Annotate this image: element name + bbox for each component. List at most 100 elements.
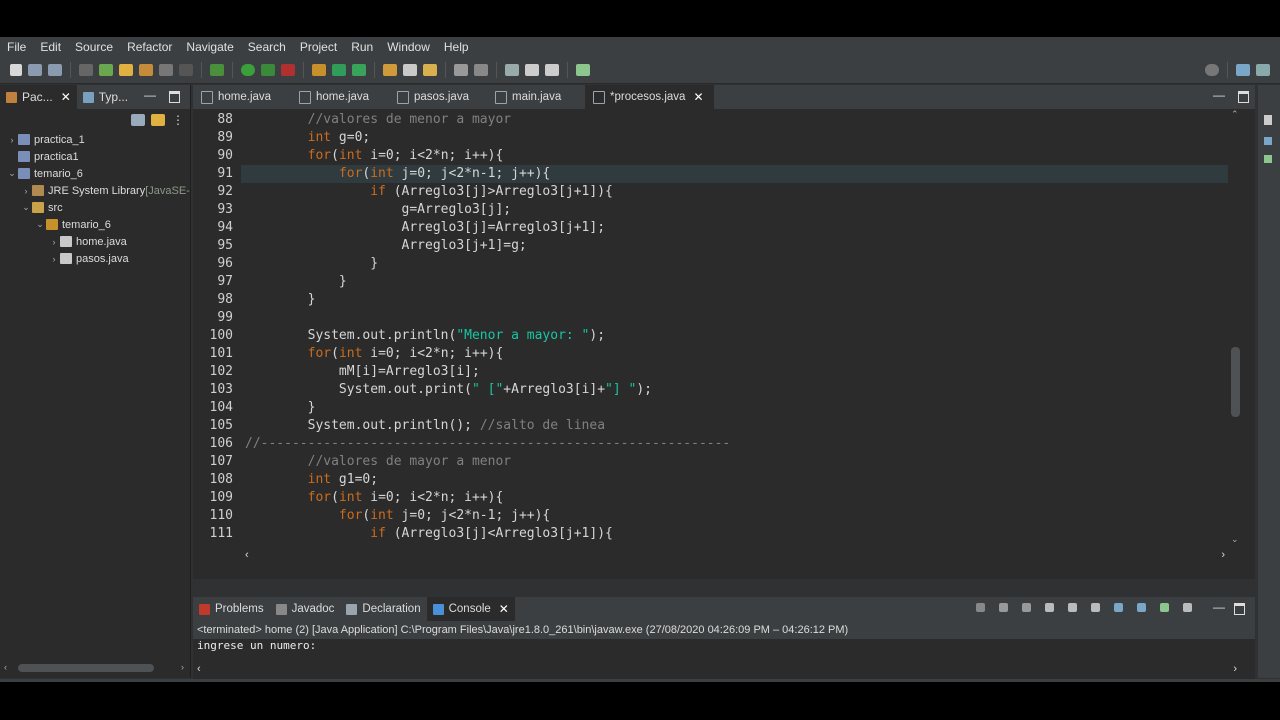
scroll-down-icon[interactable]: ⌄ [1231,534,1239,545]
code-line[interactable]: int g1=0; [245,471,378,489]
code-line[interactable]: g1=Arreglo3[j]; [245,543,519,545]
code-line[interactable]: if (Arreglo3[j]>Arreglo3[j+1]){ [245,183,613,201]
back-history-icon[interactable] [505,64,519,76]
console-tab[interactable]: Javadoc [270,597,341,621]
gear-icon[interactable] [99,64,113,76]
editor-tab[interactable]: pasos.java [389,85,487,109]
close-icon[interactable]: ✕ [61,90,71,104]
code-line[interactable]: int g=0; [245,129,371,147]
task-list-icon[interactable] [1264,137,1272,145]
open-perspective-icon[interactable] [576,64,590,76]
minimize-icon[interactable]: — [1213,88,1225,102]
horizontal-scrollbar[interactable]: ‹ › [241,549,1231,563]
code-line[interactable]: mM[i]=Arreglo3[i]; [245,363,480,381]
search-icon[interactable] [1205,64,1219,76]
code-line[interactable]: } [245,273,347,291]
terminate-icon[interactable] [976,603,985,612]
minimize-icon[interactable]: — [1213,600,1225,614]
menu-refactor[interactable]: Refactor [120,40,179,54]
forward-arrow-icon[interactable] [545,64,559,76]
link-with-editor-icon[interactable] [151,114,165,126]
close-icon[interactable]: ✕ [499,602,509,616]
code-line[interactable]: System.out.print(" ["+Arreglo3[i]+"] "); [245,381,652,399]
maximize-icon[interactable] [169,91,180,103]
scroll-right-icon[interactable]: › [1221,549,1225,561]
scrollbar-thumb[interactable] [18,664,154,672]
scroll-up-icon[interactable]: ⌃ [1231,109,1239,120]
coverage-icon[interactable] [261,64,275,76]
code-line[interactable]: //valores de mayor a menor [245,453,512,471]
scroll-left-icon[interactable]: ‹ [197,663,201,675]
tree-item[interactable]: ⌄ temario_6 [6,165,190,182]
console-output[interactable]: ingrese un numero: [193,639,1255,653]
code-line[interactable]: for(int i=0; i<2*n; i++){ [245,489,504,507]
menu-file[interactable]: File [0,40,33,54]
open-task-icon[interactable] [403,64,417,76]
maximize-icon[interactable] [1234,603,1245,615]
new-package-icon[interactable] [332,64,346,76]
word-wrap-icon[interactable] [1091,603,1100,612]
code-area[interactable]: 88 89 90 91 92 93 94 95 96 97 98 99 100 101 102 103 104 1… [193,109,1233,545]
expand-arrow-icon[interactable]: ⌄ [34,219,46,230]
skip-breakpoints-icon[interactable] [79,64,93,76]
menu-source[interactable]: Source [68,40,120,54]
console-tab[interactable]: Console ✕ [426,597,515,621]
menu-help[interactable]: Help [437,40,476,54]
display-console-icon[interactable] [1137,603,1146,612]
new-java-project-icon[interactable] [312,64,326,76]
code-line[interactable]: if (Arreglo3[j]<Arreglo3[j+1]){ [245,525,613,543]
annotation-icon[interactable] [454,64,468,76]
code-line[interactable]: g=Arreglo3[j]; [245,201,512,219]
new-console-icon[interactable] [1183,603,1192,612]
open-console-icon[interactable] [1160,603,1169,612]
expand-arrow-icon[interactable]: › [48,254,60,264]
tree-item[interactable]: › home.java [6,233,190,250]
tab-type-hierarchy[interactable]: Typ... [77,85,134,109]
code-line[interactable]: //valores de menor a mayor [245,111,512,129]
tree-item[interactable]: practica1 [6,148,190,165]
code-line[interactable]: for(int i=0; i<2*n; i++){ [245,345,504,363]
run-icon[interactable] [241,64,255,76]
new-class-icon[interactable] [352,64,366,76]
tree-item[interactable]: › JRE System Library [JavaSE- [6,182,190,199]
tree-item[interactable]: ⌄ temario_6 [6,216,190,233]
code-line[interactable]: Arreglo3[j+1]=g; [245,237,527,255]
outline-icon[interactable] [1264,115,1272,125]
menu-navigate[interactable]: Navigate [179,40,240,54]
code-line[interactable]: } [245,291,316,309]
editor-tab[interactable]: home.java [291,85,389,109]
expand-arrow-icon[interactable]: ⌄ [20,202,32,213]
scrollbar-thumb[interactable] [1231,347,1240,417]
tree-item[interactable]: › pasos.java [6,250,190,267]
debug-perspective-icon[interactable] [1256,64,1270,76]
pen-icon[interactable] [119,64,133,76]
tree-item[interactable]: ⌄ src [6,199,190,216]
search-icon[interactable] [423,64,437,76]
minimize-icon[interactable]: — [144,88,156,102]
scroll-left-icon[interactable]: ‹ [245,549,249,561]
outline-view-icon[interactable] [1264,155,1272,163]
code-line[interactable]: System.out.println("Menor a mayor: "); [245,327,605,345]
new-icon[interactable] [10,64,22,76]
menu-run[interactable]: Run [344,40,380,54]
horizontal-scrollbar[interactable]: ‹ › [4,661,186,675]
pin-console-icon[interactable] [1114,603,1123,612]
tab-package-explorer[interactable]: Pac... ✕ [0,85,77,109]
expand-arrow-icon[interactable]: › [20,186,32,196]
pin-icon[interactable] [474,64,488,76]
code-line[interactable]: for(int j=0; j<2*n-1; j++){ [245,165,550,183]
code-line[interactable]: System.out.println(); //salto de linea [245,417,605,435]
view-menu-icon[interactable]: ⋮ [172,113,184,127]
remove-all-icon[interactable] [1022,603,1031,612]
menu-window[interactable]: Window [380,40,437,54]
expand-arrow-icon[interactable]: ⌄ [6,168,18,179]
java-perspective-icon[interactable] [1236,64,1250,76]
console-tab[interactable]: Problems [193,597,270,621]
menu-project[interactable]: Project [293,40,344,54]
link-icon[interactable] [139,64,153,76]
code-line[interactable]: //--------------------------------------… [245,435,730,453]
external-tools-icon[interactable] [281,64,295,76]
expand-arrow-icon[interactable]: › [48,237,60,247]
code-line[interactable]: } [245,399,316,417]
clear-console-icon[interactable] [1045,603,1054,612]
